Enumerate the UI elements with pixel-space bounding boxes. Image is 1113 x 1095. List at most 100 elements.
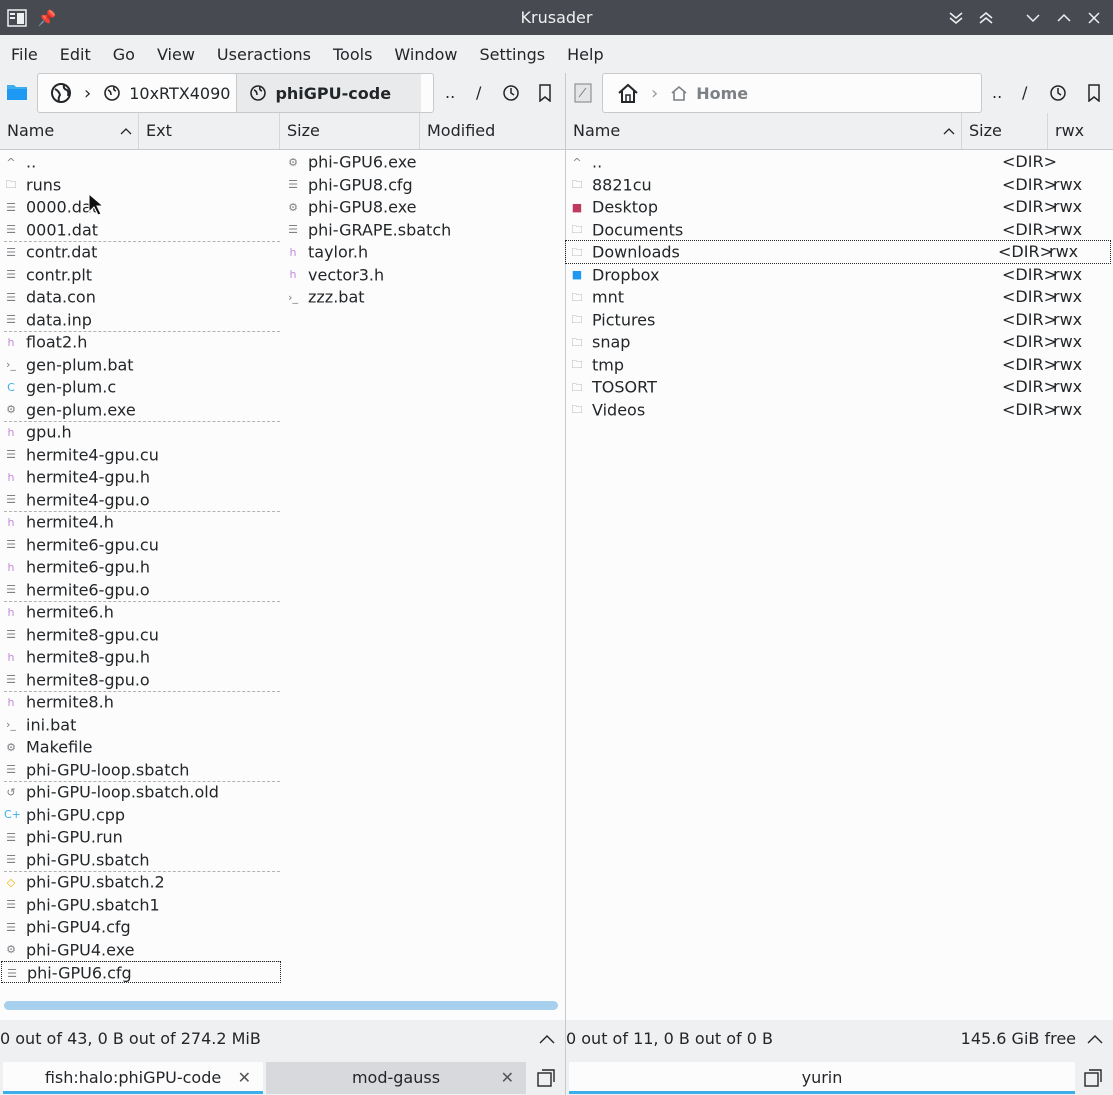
list-item[interactable]: ⚙ phi-GPU4.exe: [4, 939, 280, 962]
col-ext-header[interactable]: Ext: [139, 113, 280, 149]
keep-below-icon[interactable]: [945, 7, 967, 29]
list-item[interactable]: ☰ hermite8-gpu.o: [4, 669, 280, 692]
maximize-icon[interactable]: [1053, 7, 1075, 29]
close-tab-icon[interactable]: ✕: [238, 1062, 251, 1094]
list-item[interactable]: ☰ hermite6-gpu.cu: [4, 534, 280, 556]
menu-item-settings[interactable]: Settings: [469, 45, 557, 64]
list-item[interactable]: h taylor.h: [286, 241, 562, 263]
list-item[interactable]: ☰ phi-GRAPE.sbatch: [286, 219, 562, 241]
close-tab-icon[interactable]: ✕: [501, 1062, 514, 1094]
col-name-header[interactable]: Name: [0, 113, 139, 149]
crumb-home[interactable]: Home: [664, 74, 754, 112]
tab-yurin[interactable]: yurin: [569, 1062, 1075, 1094]
list-item[interactable]: ☰ 0000.dat: [4, 196, 280, 218]
menu-item-edit[interactable]: Edit: [49, 45, 102, 64]
list-item[interactable]: ☰ phi-GPU.sbatch1: [4, 894, 280, 916]
menu-item-go[interactable]: Go: [102, 45, 146, 64]
list-item[interactable]: ☰ data.con: [4, 286, 280, 308]
home-root-icon[interactable]: [603, 74, 645, 112]
list-item[interactable]: ^..: [4, 151, 280, 173]
list-item[interactable]: ^.. <DIR>: [570, 151, 1110, 173]
list-item[interactable]: ☰ hermite8-gpu.cu: [4, 624, 280, 646]
close-icon[interactable]: [1083, 7, 1105, 29]
right-file-panel[interactable]: ^.. <DIR> 🗀 8821cu <DIR> rwx ■ Desktop <DIR> rwx 🗀…: [565, 150, 1113, 1020]
list-item[interactable]: ☰ phi-GPU4.cfg: [4, 916, 280, 938]
list-item[interactable]: ›_ zzz.bat: [286, 286, 562, 308]
up-dir-button[interactable]: ..: [992, 83, 1002, 102]
menu-item-useractions[interactable]: Useractions: [206, 45, 322, 64]
new-tab-icon[interactable]: [537, 1069, 555, 1091]
new-tab-icon[interactable]: [1084, 1069, 1102, 1091]
list-item[interactable]: ☰ phi-GPU.run: [4, 826, 280, 848]
list-item[interactable]: 🗀 Pictures <DIR> rwx: [570, 309, 1110, 331]
list-item[interactable]: ◇ phi-GPU.sbatch.2: [4, 871, 280, 893]
history-icon[interactable]: [502, 84, 520, 106]
list-item[interactable]: 🗀 snap <DIR> rwx: [570, 331, 1110, 353]
list-item[interactable]: h gpu.h: [4, 421, 280, 443]
list-item[interactable]: ☰ hermite4-gpu.cu: [4, 444, 280, 466]
minimize-icon[interactable]: [1022, 7, 1044, 29]
col-size-header[interactable]: Size: [962, 113, 1048, 149]
list-item[interactable]: ☰ contr.plt: [4, 264, 280, 286]
list-item[interactable]: h hermite6.h: [4, 601, 280, 623]
list-item[interactable]: 🗀 runs: [4, 174, 280, 196]
list-item[interactable]: h float2.h: [4, 331, 280, 353]
list-item[interactable]: ☰ phi-GPU6.cfg: [1, 961, 281, 983]
network-root-icon[interactable]: [38, 74, 78, 112]
history-icon[interactable]: [1049, 84, 1067, 106]
col-size-header[interactable]: Size: [280, 113, 420, 149]
list-item[interactable]: ↺ phi-GPU-loop.sbatch.old: [4, 781, 280, 803]
bookmark-icon[interactable]: [1087, 84, 1101, 106]
col-rwx-header[interactable]: rwx: [1048, 113, 1113, 149]
list-item[interactable]: ☰ data.inp: [4, 309, 280, 332]
list-item[interactable]: ›_ ini.bat: [4, 714, 280, 736]
list-item[interactable]: h hermite4-gpu.h: [4, 466, 280, 488]
expand-up-icon[interactable]: [1087, 1020, 1103, 1058]
list-item[interactable]: ☰ phi-GPU-loop.sbatch: [4, 759, 280, 782]
list-item[interactable]: ⚙ Makefile: [4, 736, 280, 758]
folder-icon[interactable]: [6, 81, 28, 105]
list-item[interactable]: ☰ 0001.dat: [4, 219, 280, 242]
list-item[interactable]: ■ Desktop <DIR> rwx: [570, 196, 1110, 218]
list-item[interactable]: ☰ phi-GPU.sbatch: [4, 849, 280, 872]
col-modified-header[interactable]: Modified: [420, 113, 565, 149]
list-item[interactable]: h vector3.h: [286, 264, 562, 286]
menu-item-window[interactable]: Window: [383, 45, 468, 64]
crumb-host[interactable]: 10xRTX4090: [97, 74, 236, 112]
root-dir-button[interactable]: /: [476, 83, 481, 102]
list-item[interactable]: ⚙ gen-plum.exe: [4, 399, 280, 422]
list-item[interactable]: 🗀 mnt <DIR> rwx: [570, 286, 1110, 308]
list-item[interactable]: 🗀 TOSORT <DIR> rwx: [570, 376, 1110, 398]
list-item[interactable]: h hermite8-gpu.h: [4, 646, 280, 668]
list-item[interactable]: ■ Dropbox <DIR> rwx: [570, 264, 1110, 286]
list-item[interactable]: 🗀 Downloads <DIR> rwx: [565, 240, 1111, 264]
tab-mod-gauss[interactable]: mod-gauss ✕: [266, 1062, 526, 1094]
up-dir-button[interactable]: ..: [445, 83, 455, 102]
list-item[interactable]: 🗀 tmp <DIR> rwx: [570, 354, 1110, 376]
crumb-current[interactable]: phiGPU-code: [236, 74, 422, 112]
list-item[interactable]: 🗀 Documents <DIR> rwx: [570, 219, 1110, 241]
list-item[interactable]: ⚙ phi-GPU6.exe: [286, 151, 562, 173]
list-item[interactable]: h hermite4.h: [4, 511, 280, 533]
list-item[interactable]: Cgen-plum.c: [4, 376, 280, 398]
bookmark-icon[interactable]: [538, 84, 552, 106]
left-file-panel[interactable]: ^.. 🗀 runs ☰ 0000.dat ☰ 0001.dat ☰ contr.dat ☰ con…: [0, 150, 565, 995]
list-item[interactable]: 🗀 Videos <DIR> rwx: [570, 399, 1110, 421]
expand-up-icon[interactable]: [539, 1020, 555, 1058]
list-item[interactable]: ☰ hermite4-gpu.o: [4, 489, 280, 512]
list-item[interactable]: ☰ hermite6-gpu.o: [4, 579, 280, 602]
menu-item-tools[interactable]: Tools: [322, 45, 383, 64]
list-item[interactable]: ☰ phi-GPU8.cfg: [286, 174, 562, 196]
list-item[interactable]: 🗀 8821cu <DIR> rwx: [570, 174, 1110, 196]
left-horizontal-scrollbar[interactable]: [4, 1001, 558, 1010]
list-item[interactable]: C+ phi-GPU.cpp: [4, 804, 280, 826]
list-item[interactable]: ›_ gen-plum.bat: [4, 354, 280, 376]
list-item[interactable]: h hermite6-gpu.h: [4, 556, 280, 578]
keep-above-icon[interactable]: [975, 7, 997, 29]
root-dir-button[interactable]: /: [1022, 83, 1027, 102]
list-item[interactable]: ☰ contr.dat: [4, 241, 280, 263]
tab-fish-halo[interactable]: fish:halo:phiGPU-code ✕: [3, 1062, 263, 1094]
col-name-header[interactable]: Name: [566, 113, 962, 149]
menu-item-help[interactable]: Help: [556, 45, 614, 64]
drive-icon[interactable]: [574, 83, 592, 107]
